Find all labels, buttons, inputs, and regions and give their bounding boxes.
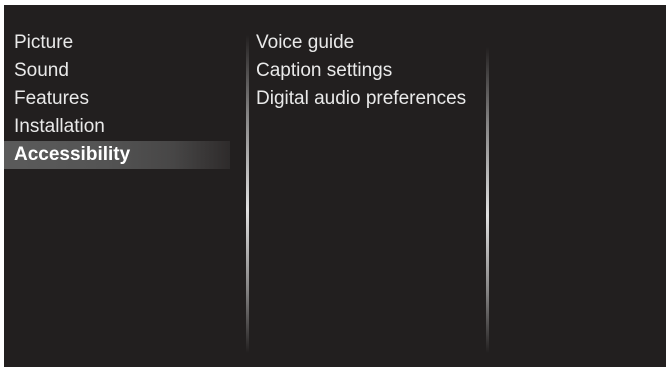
menu-item-picture[interactable]: Picture (4, 29, 230, 57)
submenu-item-digital-audio-preferences[interactable]: Digital audio preferences (254, 85, 486, 113)
submenu-item-caption-settings[interactable]: Caption settings (254, 57, 486, 85)
submenu-item-voice-guide[interactable]: Voice guide (254, 29, 486, 57)
menu-item-features[interactable]: Features (4, 85, 230, 113)
main-menu: Picture Sound Features Installation Acce… (4, 29, 230, 169)
menu-item-sound[interactable]: Sound (4, 57, 230, 85)
column-divider-left (246, 35, 249, 353)
tv-menu-screen: Picture Sound Features Installation Acce… (4, 5, 666, 367)
menu-item-accessibility[interactable]: Accessibility (4, 141, 230, 169)
accessibility-submenu: Voice guide Caption settings Digital aud… (254, 29, 486, 113)
menu-item-installation[interactable]: Installation (4, 113, 230, 141)
column-divider-right (486, 47, 489, 353)
